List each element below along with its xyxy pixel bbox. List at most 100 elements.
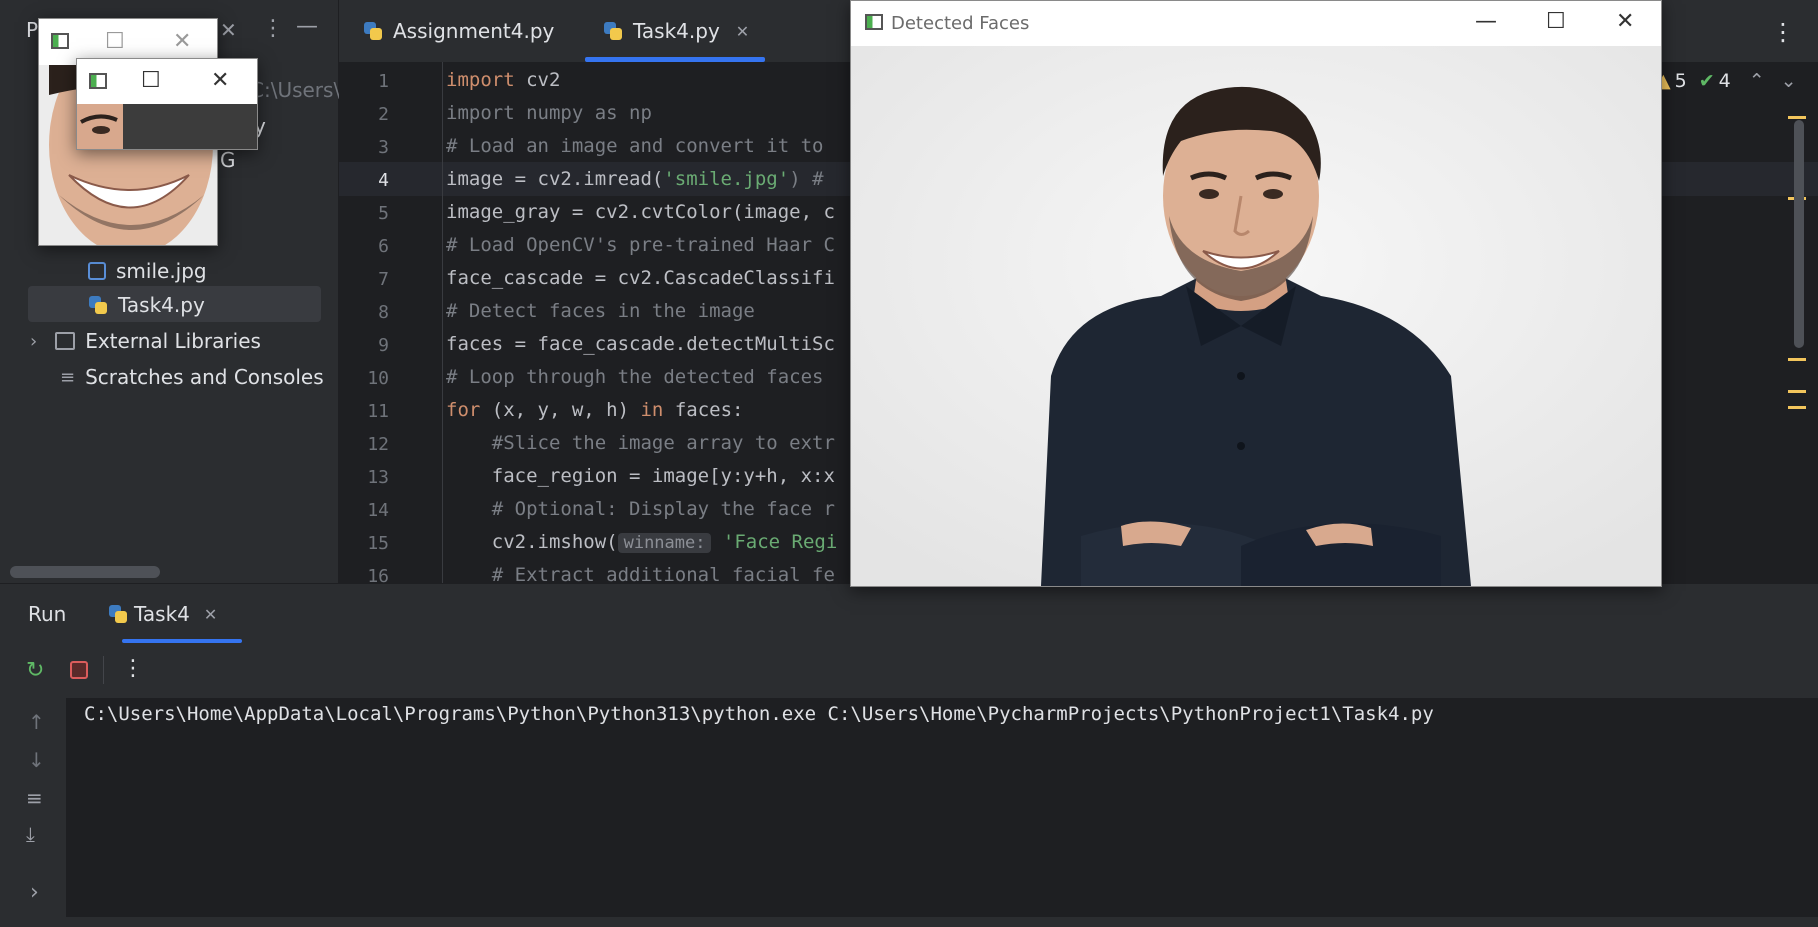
rerun-icon[interactable]: ↻ [26, 658, 44, 683]
code-line[interactable]: image_gray = cv2.cvtColor(image, c [446, 201, 835, 223]
library-icon [55, 332, 76, 350]
image-icon [88, 262, 106, 280]
line-number: 4 [378, 170, 389, 191]
code-line[interactable]: import cv2 [446, 69, 560, 91]
code-line[interactable]: # Extract additional facial fe [446, 564, 835, 583]
code-line[interactable]: import numpy as np [446, 102, 652, 124]
stop-icon[interactable] [70, 661, 88, 679]
close-icon[interactable]: ✕ [1616, 11, 1634, 33]
arrow-up-icon[interactable]: ↑ [28, 710, 45, 734]
python-file-icon [363, 21, 383, 41]
code-line[interactable]: # Load OpenCV's pre-trained Haar C [446, 234, 835, 256]
status-bar [0, 917, 1818, 927]
horizontal-scrollbar[interactable] [10, 566, 160, 578]
collapse-icon[interactable]: ✕ [220, 18, 237, 42]
maximize-icon[interactable]: ☐ [141, 70, 161, 92]
code-line[interactable]: # Optional: Display the face r [446, 498, 835, 520]
tab-label: Assignment4.py [393, 19, 555, 43]
run-console[interactable]: C:\Users\Home\AppData\Local\Programs\Pyt… [66, 698, 1818, 927]
code-line[interactable]: # Loop through the detected faces [446, 366, 824, 388]
line-number: 10 [367, 368, 389, 389]
more-options-icon[interactable]: ⋮ [1771, 18, 1795, 46]
tab-assignment4[interactable]: Assignment4.py [363, 0, 554, 62]
tree-item-partial[interactable]: G [220, 148, 236, 172]
maximize-icon[interactable]: ☐ [1546, 11, 1566, 33]
empty-canvas [123, 104, 257, 149]
line-number: 9 [378, 335, 389, 356]
minimize-icon[interactable]: — [1475, 11, 1497, 33]
face-image [851, 46, 1661, 586]
line-number: 1 [378, 71, 389, 92]
warning-marker[interactable] [1788, 390, 1806, 393]
chevron-up-icon[interactable]: ⌃ [1749, 70, 1765, 92]
eye-crop-illustration [77, 104, 123, 149]
code-line[interactable]: cv2.imshow(winname: 'Face Regi [446, 531, 837, 553]
chevron-right-icon[interactable]: › [30, 880, 39, 905]
app-icon [51, 33, 69, 49]
more-options-icon[interactable]: ⋮ [262, 16, 284, 41]
run-tab-task4[interactable]: Task4 ✕ [108, 602, 217, 626]
line-number: 16 [367, 566, 389, 583]
eyes-region-window[interactable]: ☐ ✕ [76, 58, 258, 150]
scratches-icon: ≡ [60, 366, 76, 388]
line-number: 7 [378, 269, 389, 290]
tree-item-label: Task4.py [118, 293, 205, 317]
line-number: 12 [367, 434, 389, 455]
arrow-down-icon[interactable]: ↓ [28, 748, 45, 772]
chevron-down-icon[interactable]: ⌄ [1781, 70, 1797, 92]
warning-marker[interactable] [1788, 116, 1806, 119]
chevron-right-icon[interactable]: › [30, 331, 37, 352]
hide-panel-icon[interactable]: — [296, 14, 318, 39]
check-icon: ✔ [1698, 70, 1715, 92]
line-number: 3 [378, 137, 389, 158]
more-options-icon[interactable]: ⋮ [122, 656, 144, 681]
vertical-scrollbar[interactable] [1794, 120, 1804, 348]
detected-faces-window[interactable]: Detected Faces — ☐ ✕ [850, 0, 1662, 587]
warning-count: 5 [1674, 70, 1687, 92]
close-icon[interactable]: ✕ [211, 70, 229, 92]
app-icon [89, 73, 107, 89]
line-number: 13 [367, 467, 389, 488]
line-number-gutter: 1 2 3 4 5 6 7 8 9 10 11 12 13 14 15 16 [339, 62, 443, 583]
run-panel-header: Run Task4 ✕ [0, 584, 1818, 644]
project-panel-title[interactable]: P [26, 18, 38, 42]
code-line[interactable]: # Load an image and convert it to [446, 135, 824, 157]
inspection-widget[interactable]: ▲ 5 ✔ 4 ⌃ ⌄ [1656, 70, 1797, 92]
window-title: Detected Faces [891, 13, 1030, 34]
maximize-icon[interactable]: ☐ [105, 31, 125, 53]
eye-crop-image [77, 104, 123, 149]
scroll-to-end-icon[interactable]: ⤓ [26, 822, 35, 846]
python-file-icon [88, 295, 108, 315]
active-run-tab-indicator [122, 639, 242, 643]
code-line[interactable]: # Detect faces in the image [446, 300, 755, 322]
code-line[interactable]: face_region = image[y:y+h, x:x [446, 465, 835, 487]
warning-marker[interactable] [1788, 358, 1806, 361]
tree-item-smile-jpg[interactable]: smile.jpg [88, 256, 207, 286]
window-titlebar[interactable]: Detected Faces — ☐ ✕ [851, 1, 1661, 46]
window-titlebar[interactable]: ☐ ✕ [77, 59, 257, 104]
line-number: 8 [378, 302, 389, 323]
close-icon[interactable]: ✕ [204, 605, 217, 624]
gutter-divider [442, 62, 443, 583]
soft-wrap-icon[interactable]: ≡ [26, 786, 43, 810]
ok-count: 4 [1718, 70, 1731, 92]
run-toolbar: ↻ ⋮ [0, 644, 1818, 698]
line-number: 2 [378, 104, 389, 125]
code-line[interactable]: for (x, y, w, h) in faces: [446, 399, 743, 421]
line-number: 14 [367, 500, 389, 521]
close-icon[interactable]: ✕ [736, 22, 749, 41]
code-line[interactable]: #Slice the image array to extr [446, 432, 835, 454]
tree-item-scratches[interactable]: ≡ Scratches and Consoles [60, 362, 324, 392]
tree-item-external-libraries[interactable]: › External Libraries [30, 326, 261, 356]
code-line[interactable]: image = cv2.imread('smile.jpg') # [446, 168, 824, 190]
close-icon[interactable]: ✕ [173, 31, 191, 53]
run-panel-title[interactable]: Run [28, 602, 66, 626]
tab-task4[interactable]: Task4.py ✕ [603, 0, 749, 62]
warning-marker[interactable] [1788, 406, 1806, 409]
tab-label: Task4.py [633, 19, 720, 43]
tree-item-task4-py[interactable]: Task4.py [88, 290, 205, 320]
line-number: 5 [378, 203, 389, 224]
code-line[interactable]: face_cascade = cv2.CascadeClassifi [446, 267, 835, 289]
line-number: 11 [367, 401, 389, 422]
code-line[interactable]: faces = face_cascade.detectMultiSc [446, 333, 835, 355]
